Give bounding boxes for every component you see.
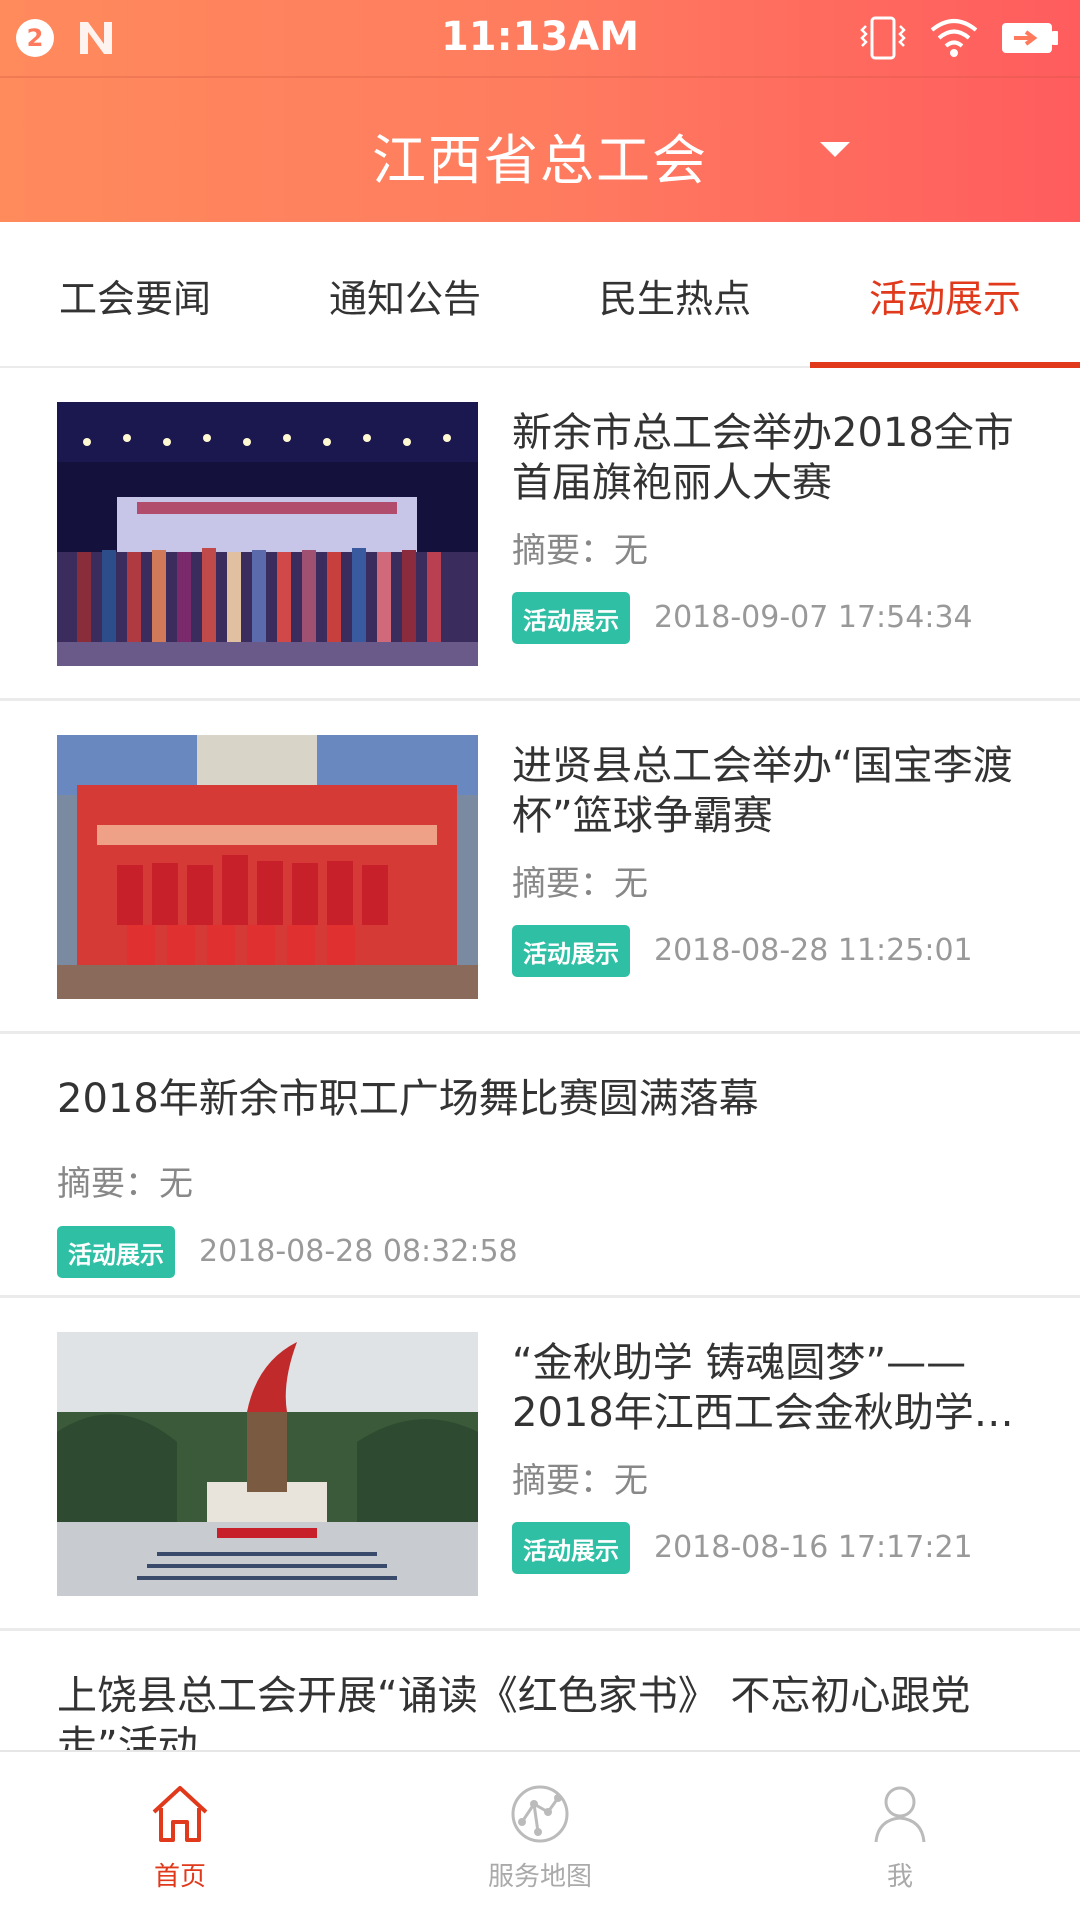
article-summary: 摘要：无 xyxy=(512,531,648,571)
article-item[interactable]: “金秋助学 铸魂圆梦”——2018年江西工会金秋助学… 摘要：无 活动展示 20… xyxy=(0,1298,1080,1631)
tab-notices[interactable]: 通知公告 xyxy=(270,222,540,368)
article-title: “金秋助学 铸魂圆梦”——2018年江西工会金秋助学… xyxy=(512,1340,1014,1436)
article-thumbnail xyxy=(57,1332,478,1596)
article-date: 2018-08-16 17:17:21 xyxy=(654,1530,973,1565)
article-thumbnail xyxy=(57,735,478,999)
globe-icon xyxy=(511,1785,569,1843)
article-title: 新余市总工会举办2018全市首届旗袍丽人大赛 xyxy=(512,410,1014,506)
user-icon xyxy=(874,1786,926,1843)
wifi-icon xyxy=(930,19,978,57)
dropdown-caret-icon[interactable] xyxy=(820,142,850,157)
article-thumbnail xyxy=(57,402,478,666)
article-title: 进贤县总工会举办“国宝李渡杯”篮球争霸赛 xyxy=(512,743,1013,839)
home-icon xyxy=(152,1786,208,1842)
tab-activities[interactable]: 活动展示 xyxy=(810,222,1080,368)
category-tabs: 工会要闻 通知公告 民生热点 活动展示 xyxy=(0,222,1080,368)
article-item[interactable]: 新余市总工会举办2018全市首届旗袍丽人大赛 摘要：无 活动展示 2018-09… xyxy=(0,368,1080,701)
top-bar: 2 11:13AM 江西省总工会 xyxy=(0,0,1080,222)
status-bar-right xyxy=(858,16,1060,60)
category-tag: 活动展示 xyxy=(512,592,630,644)
article-item[interactable]: 2018年新余市职工广场舞比赛圆满落幕 摘要：无 活动展示 2018-08-28… xyxy=(0,1034,1080,1298)
status-bar: 2 11:13AM xyxy=(0,0,1080,78)
nav-me-label: 我 xyxy=(886,1862,913,1892)
app-header: 江西省总工会 xyxy=(0,78,1080,222)
article-date: 2018-08-28 11:25:01 xyxy=(654,933,973,968)
article-date: 2018-09-07 17:54:34 xyxy=(654,600,973,635)
nav-service-map-label: 服务地图 xyxy=(487,1862,592,1892)
torch-monument-photo-image xyxy=(57,1332,478,1596)
category-tag: 活动展示 xyxy=(57,1226,175,1278)
category-tag: 活动展示 xyxy=(512,1522,630,1574)
bottom-navigation: 首页 服务地图 我 xyxy=(0,1750,1080,1920)
article-date: 2018-08-28 08:32:58 xyxy=(199,1234,518,1269)
vibrate-icon xyxy=(860,16,906,60)
org-selector-title[interactable]: 江西省总工会 xyxy=(0,116,1080,195)
basketball-team-photo-image xyxy=(57,735,478,999)
tab-union-news[interactable]: 工会要闻 xyxy=(0,222,270,368)
battery-charging-icon xyxy=(1002,23,1058,53)
nav-home-label: 首页 xyxy=(153,1862,206,1892)
tab-livelihood[interactable]: 民生热点 xyxy=(540,222,810,368)
article-title: 2018年新余市职工广场舞比赛圆满落幕 xyxy=(57,1076,759,1122)
article-summary: 摘要：无 xyxy=(512,1461,648,1501)
article-summary: 摘要：无 xyxy=(57,1164,193,1204)
stage-photo-image xyxy=(57,402,478,666)
category-tag: 活动展示 xyxy=(512,925,630,977)
article-summary: 摘要：无 xyxy=(512,864,648,904)
article-item[interactable]: 进贤县总工会举办“国宝李渡杯”篮球争霸赛 摘要：无 活动展示 2018-08-2… xyxy=(0,701,1080,1034)
nav-me[interactable]: 我 xyxy=(720,1752,1080,1922)
nav-home[interactable]: 首页 xyxy=(0,1752,360,1922)
nav-service-map[interactable]: 服务地图 xyxy=(360,1752,720,1922)
